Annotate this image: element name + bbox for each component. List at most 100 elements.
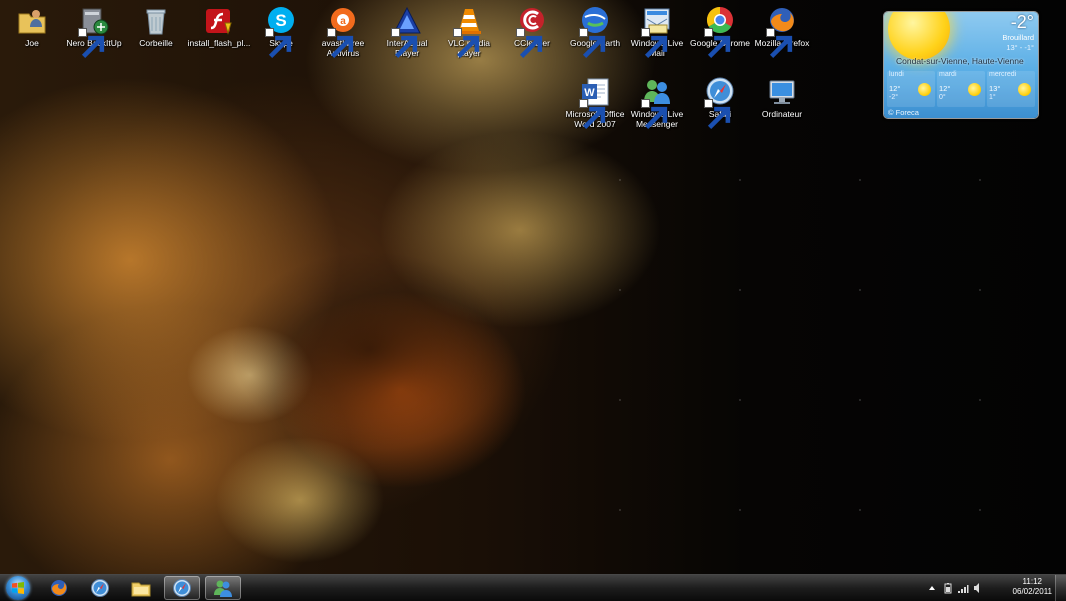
forecast-low: -2° [889, 94, 899, 101]
clock-time: 11:12 [1022, 577, 1042, 586]
word-icon: W [579, 76, 611, 130]
desktop-icon-label: install_flash_pl... [187, 38, 251, 48]
shortcut-arrow-icon [641, 99, 668, 130]
ccleaner-icon [516, 5, 548, 59]
desktop-icon-nero-backitup[interactable]: Nero BackItUp [62, 5, 126, 59]
weather-location: Condat-sur-Vienne, Haute-Vienne [896, 56, 1024, 66]
chrome-icon [704, 5, 736, 59]
weather-brand-link[interactable]: © Foreca [888, 108, 919, 117]
taskbar-safari-button[interactable] [82, 576, 118, 600]
shortcut-arrow-icon [579, 99, 606, 130]
forecast-day-name: mercredi [989, 71, 1017, 78]
desktop-icon-interactual[interactable]: InterActual Player [375, 5, 439, 59]
explorer-folder-icon [131, 582, 151, 597]
taskbar-messenger-button[interactable] [205, 576, 241, 600]
weather-condition: Brouillard [1002, 33, 1034, 42]
desktop-icon-google-earth[interactable]: Google Earth [563, 5, 627, 59]
skype-icon: S [265, 5, 297, 59]
shortcut-arrow-icon [704, 28, 731, 59]
shortcut-arrow-icon [78, 28, 105, 59]
show-hidden-icons-chevron[interactable] [926, 582, 938, 594]
forecast-low: 1° [989, 94, 996, 101]
firefox-icon [51, 580, 67, 596]
taskbar-safari-window-button[interactable] [164, 576, 200, 600]
messenger-icon [214, 580, 232, 597]
forecast-day-name: lundi [889, 71, 904, 78]
forecast-high: 12° [939, 84, 951, 93]
firefox-icon [766, 5, 798, 59]
desktop-icon-joe[interactable]: Joe [0, 5, 64, 48]
forecast-row: lundi 12° -2° mardi 12° 0° mercredi 13° … [886, 71, 1036, 107]
forecast-high: 12° [889, 84, 901, 93]
taskbar-explorer-button[interactable] [123, 576, 159, 600]
shortcut-arrow-icon [391, 28, 418, 59]
network-signal-icon[interactable] [957, 582, 969, 594]
desktop-icon-safari[interactable]: Safari [688, 76, 752, 130]
weather-gadget[interactable]: -2° Brouillard 13° - -1° Condat-sur-Vien… [884, 12, 1038, 118]
avast-icon: a [327, 5, 359, 59]
temperature-range: 13° - -1° [1006, 43, 1034, 52]
desktop-icon-install-flash[interactable]: install_flash_pl... [187, 5, 251, 48]
forecast-day: mardi 12° 0° [937, 71, 985, 107]
recycle-bin-icon [140, 5, 172, 37]
desktop-icon-skype[interactable]: S Skype [249, 5, 313, 59]
shortcut-arrow-icon [265, 28, 292, 59]
taskbar-firefox-button[interactable] [41, 576, 77, 600]
current-temperature: -2° [1010, 12, 1034, 32]
desktop-icon-windows-live-messenger[interactable]: Windows Live Messenger [625, 76, 689, 130]
desktop-icon-ccleaner[interactable]: CCleaner [500, 5, 564, 59]
desktop-icon-label: Corbeille [139, 38, 173, 48]
computer-icon [766, 76, 798, 108]
desktop[interactable]: Joe Nero BackItUp Corbeille install_flas… [0, 0, 1066, 574]
desktop-icon-label: Ordinateur [761, 109, 803, 119]
google-earth-icon [579, 5, 611, 59]
start-button[interactable] [4, 575, 32, 601]
windows-live-mail-icon [641, 5, 673, 59]
battery-icon[interactable] [942, 582, 954, 594]
desktop-icon-mozilla-firefox[interactable]: Mozilla Firefox [750, 5, 814, 59]
forecast-high: 13° [989, 84, 1001, 93]
nero-backitup-icon [78, 5, 110, 59]
desktop-icon-ordinateur[interactable]: Ordinateur [750, 76, 814, 119]
forecast-day: lundi 12° -2° [887, 71, 935, 107]
safari-icon [173, 579, 191, 597]
show-desktop-button[interactable] [1055, 575, 1066, 601]
sun-icon [918, 83, 931, 96]
desktop-icon-corbeille[interactable]: Corbeille [124, 5, 188, 48]
forecast-day: mercredi 13° 1° [987, 71, 1035, 107]
desktop-icon-word-2007[interactable]: W Microsoft Office Word 2007 [563, 76, 627, 130]
taskbar: 11:12 06/02/2011 [0, 574, 1066, 601]
messenger-icon [641, 76, 673, 130]
shortcut-arrow-icon [453, 28, 480, 59]
system-tray: 11:12 06/02/2011 [926, 575, 1066, 601]
shortcut-arrow-icon [641, 28, 668, 59]
windows-flag-icon [12, 582, 24, 594]
forecast-low: 0° [939, 94, 946, 101]
shortcut-arrow-icon [579, 28, 606, 59]
sun-icon [968, 83, 981, 96]
safari-icon [704, 76, 736, 130]
desktop-icon-google-chrome[interactable]: Google Chrome [688, 5, 752, 59]
sun-icon [888, 12, 950, 60]
shortcut-arrow-icon [704, 99, 731, 130]
shortcut-arrow-icon [766, 28, 793, 59]
desktop-icon-vlc[interactable]: VLC media player [437, 5, 501, 59]
desktop-icon-windows-live-mail[interactable]: Windows Live Mail [625, 5, 689, 59]
desktop-icon-label: Joe [25, 38, 39, 48]
sun-icon [1018, 83, 1031, 96]
clock-date: 06/02/2011 [1012, 587, 1052, 596]
safari-icon [91, 579, 109, 597]
svg-text:W: W [584, 87, 595, 99]
vlc-icon [453, 5, 485, 59]
user-folder-icon [16, 5, 48, 37]
taskbar-clock[interactable]: 11:12 06/02/2011 [1013, 577, 1052, 597]
svg-text:S: S [275, 11, 286, 30]
shortcut-arrow-icon [516, 28, 543, 59]
desktop-icon-avast[interactable]: a avast! Free Antivirus [311, 5, 375, 59]
forecast-day-name: mardi [939, 71, 957, 78]
volume-icon[interactable] [972, 582, 984, 594]
svg-text:a: a [340, 16, 346, 27]
wallpaper-dark-core [230, 250, 510, 450]
interactual-player-icon [391, 5, 423, 59]
flash-installer-icon [203, 5, 235, 37]
